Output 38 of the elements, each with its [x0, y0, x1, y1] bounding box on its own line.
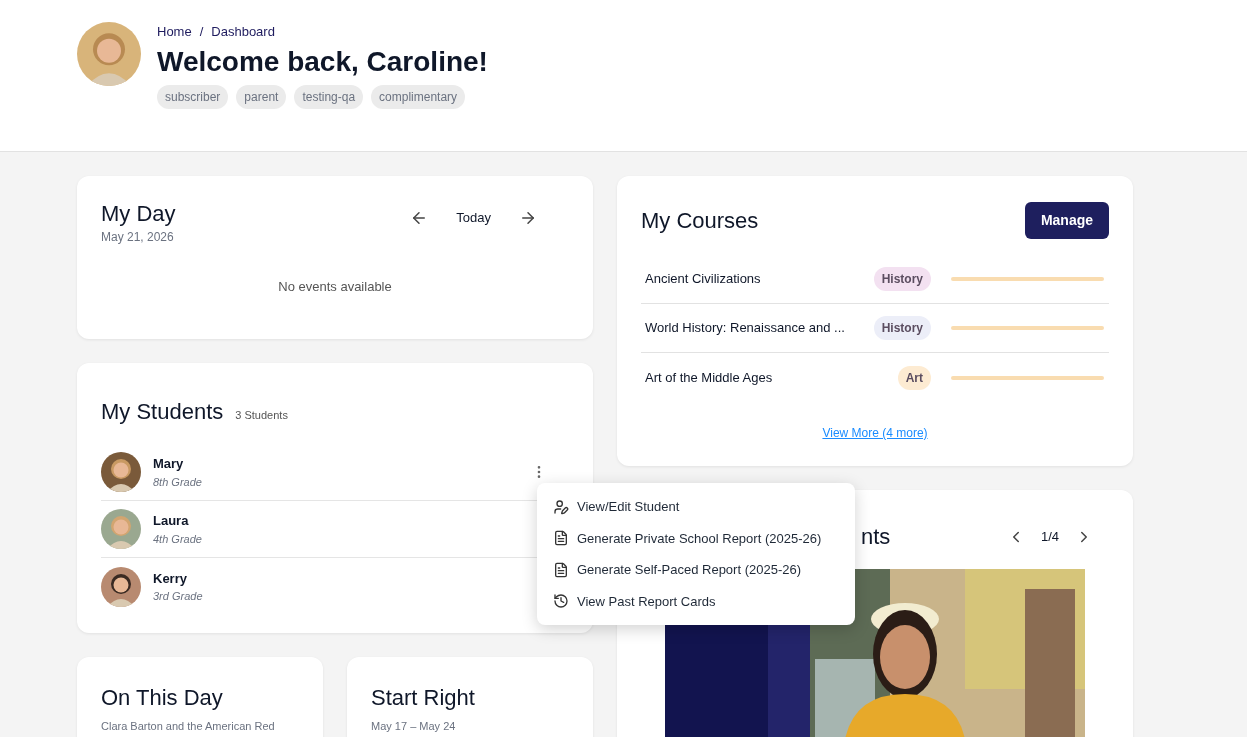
subject-tag: History	[873, 316, 931, 340]
student-name: Kerry	[153, 569, 187, 588]
card-title: My Students	[101, 398, 224, 426]
menu-item[interactable]: Generate Self-Paced Report (2025-26)	[553, 554, 839, 586]
course-name[interactable]: Ancient Civilizations	[645, 269, 869, 289]
page-title: Welcome back, Caroline!	[157, 44, 488, 79]
today-button[interactable]: Today	[444, 208, 503, 228]
manage-button[interactable]: Manage	[1024, 202, 1109, 239]
breadcrumb-link[interactable]: Home	[157, 22, 192, 42]
tag: parent	[236, 84, 287, 109]
student-name: Laura	[153, 512, 189, 530]
breadcrumb-link[interactable]: Dashboard	[211, 22, 275, 42]
student-name: Mary	[153, 455, 184, 473]
card-title: On This Day	[101, 684, 224, 712]
card-title: My Courses	[641, 207, 759, 235]
tag: subscriber	[157, 84, 229, 109]
menu-item[interactable]: Generate Private School Report (2025-26)	[553, 522, 839, 554]
card-title: My Day	[101, 200, 176, 228]
student-grade: 4th Grade	[153, 531, 202, 547]
subject-tag: Art	[897, 365, 931, 390]
tag: complimentary	[371, 84, 466, 109]
breadcrumb-separator: /	[199, 23, 204, 41]
menu-item[interactable]: View Past Report Cards	[553, 585, 839, 617]
student-grade: 3rd Grade	[153, 589, 203, 604]
empty-message: No events available	[278, 278, 392, 294]
course-name[interactable]: World History: Renaissance and ...	[645, 318, 869, 338]
student-grade: 8th Grade	[153, 474, 202, 490]
date-range: May 17 – May 24	[371, 719, 457, 734]
card-title: nts	[861, 523, 892, 551]
page-indicator: 1/4	[1040, 527, 1059, 546]
menu-item[interactable]: View/Edit Student	[553, 491, 839, 523]
date-text: May 21, 2026	[101, 228, 175, 246]
subject-tag: History	[873, 267, 931, 291]
summary-text: Clara Barton and the American Red	[101, 719, 276, 734]
tag: testing-qa	[294, 84, 364, 109]
card-title: Start Right	[371, 684, 476, 712]
course-name[interactable]: Art of the Middle Ages	[645, 367, 869, 388]
student-count: 3 Students	[235, 408, 288, 423]
